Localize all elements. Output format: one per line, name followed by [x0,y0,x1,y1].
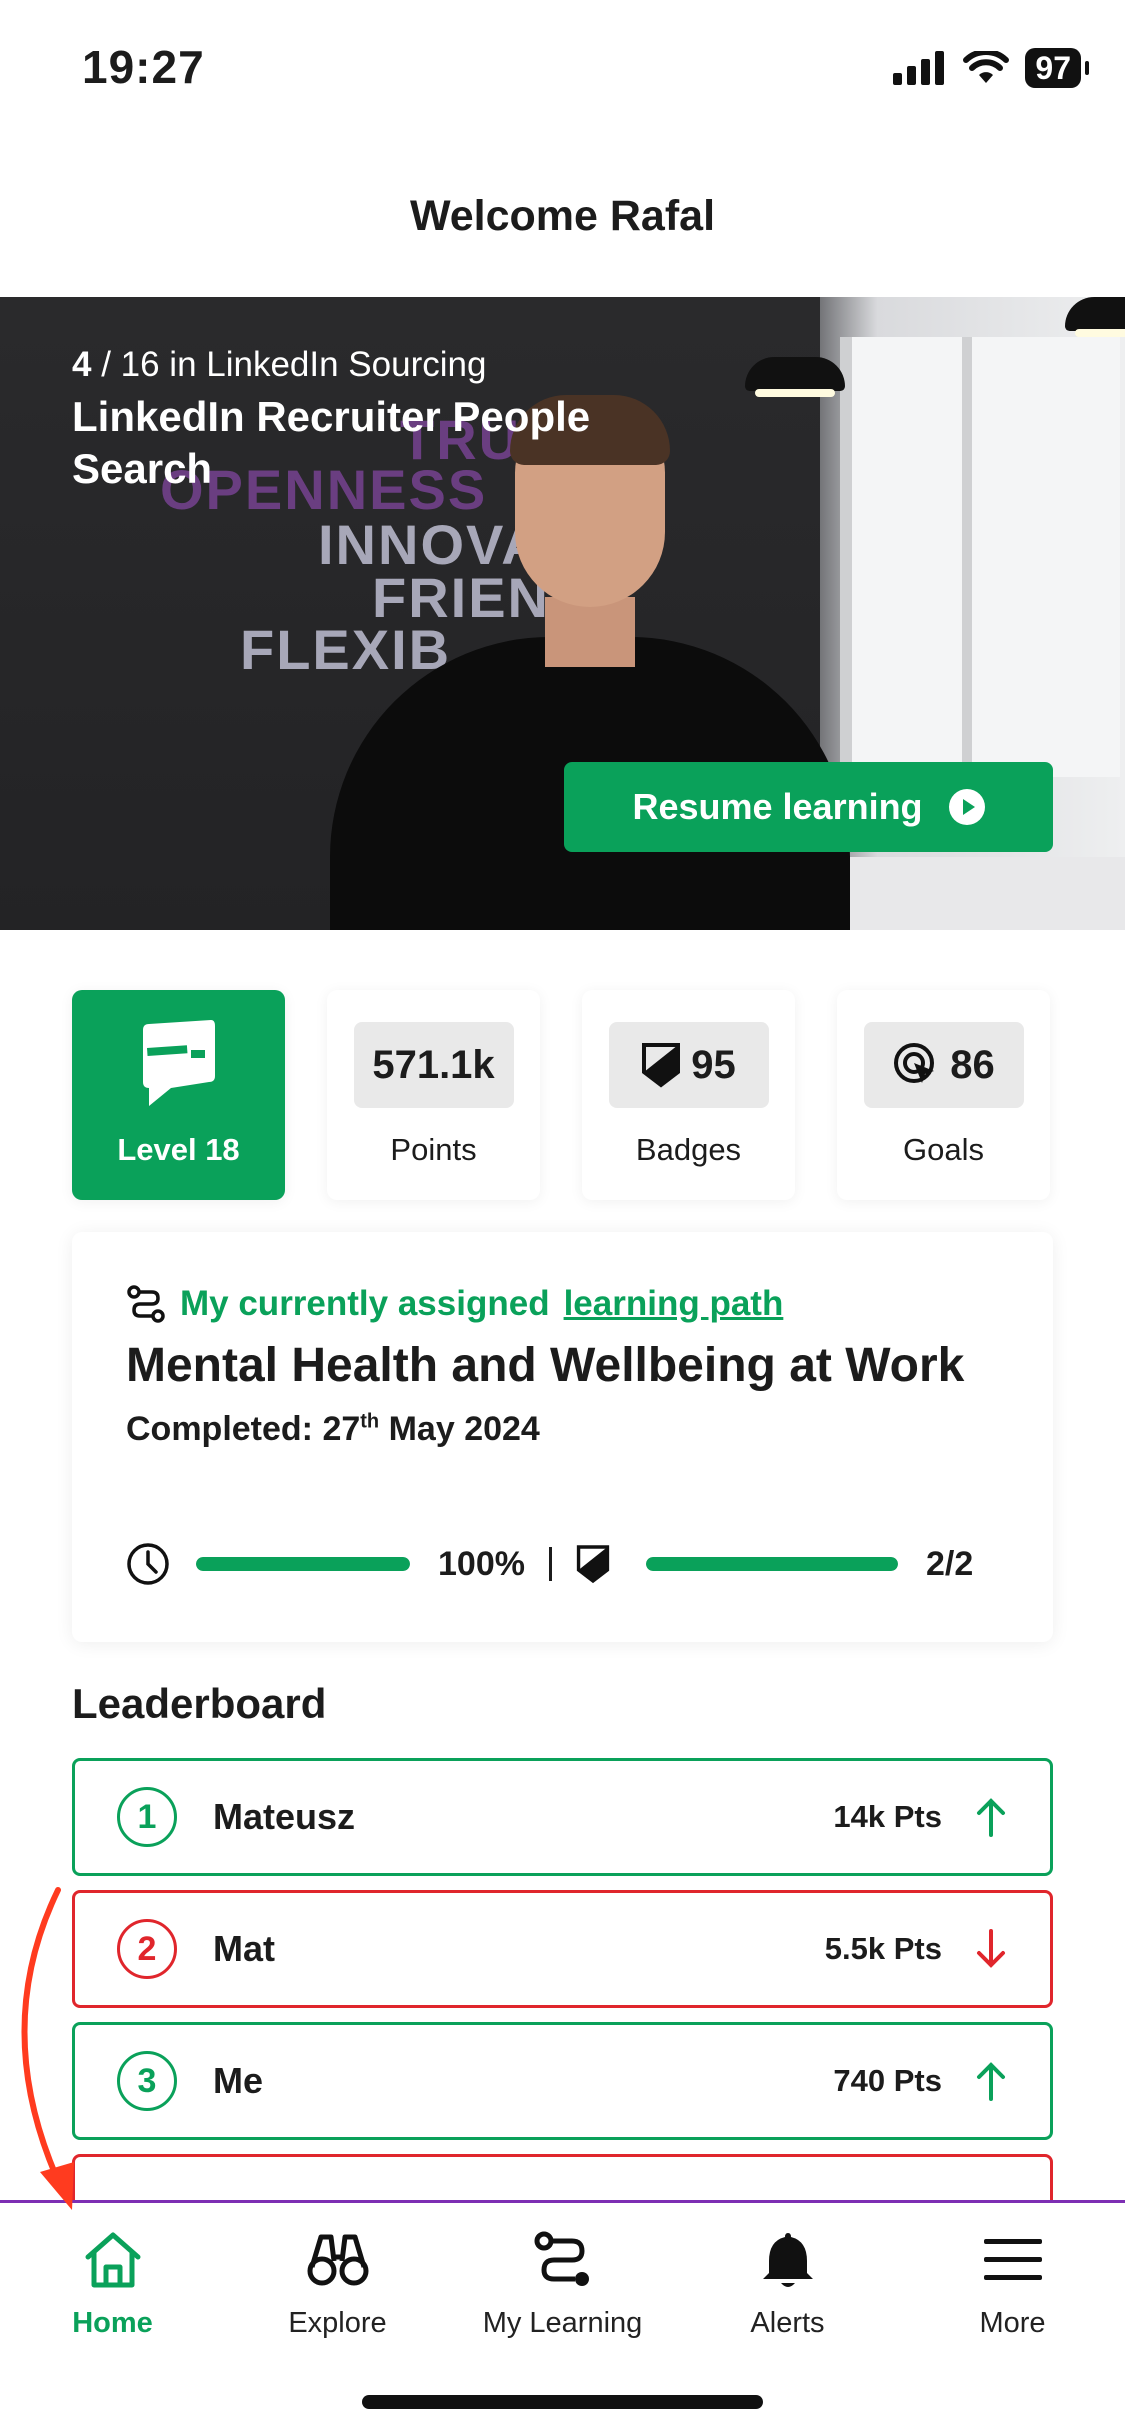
binoculars-icon [307,2234,368,2286]
learning-path-link[interactable]: learning path [564,1284,784,1324]
arrow-up-icon [977,1798,1005,1837]
hero-meta: 4 / 16 in LinkedIn Sourcing LinkedIn Rec… [72,345,592,495]
leaderboard-row[interactable]: 1 Mateusz 14k Pts [72,1758,1053,1876]
resume-learning-button[interactable]: Resume learning [564,762,1053,852]
time-progress-fill [196,1557,410,1571]
course-position: 4 / 16 in LinkedIn Sourcing [72,345,592,385]
leaderboard-row[interactable]: 2 Mat 5.5k Pts [72,1890,1053,2008]
tab-label: More [979,2307,1046,2339]
leaderboard-points: 5.5k Pts [824,1931,942,1966]
goal-target-icon [894,1043,935,1083]
level-label: Level 18 [117,1132,240,1167]
points-card[interactable]: 571.1k Points [327,990,540,1200]
course-position-number: 4 [72,345,92,384]
hero-window [840,337,1120,777]
time-progress-label: 100% [438,1544,525,1583]
progress-row: 100% 2/2 [126,1542,999,1586]
tab-label: Home [72,2307,153,2339]
stats-row: Level 18 571.1k Points 95 Badges 86 Goal… [72,990,1053,1200]
menu-icon [983,2239,1042,2280]
tab-label: Explore [288,2307,387,2339]
rank-badge: 2 [117,1919,177,1979]
goals-value: 86 [950,1042,995,1087]
level-card[interactable]: Level 18 [72,990,285,1200]
badge-icon [576,1545,610,1584]
status-bar: 19:27 97 [0,0,1125,140]
tab-explore[interactable]: Explore [225,2203,450,2340]
badge-icon [642,1043,681,1088]
badges-card[interactable]: 95 Badges [582,990,795,1200]
leaderboard-points: 740 Pts [833,2063,942,2098]
play-icon [948,789,985,825]
points-label: Points [390,1132,477,1167]
badge-progress-fill [645,1557,898,1571]
leaderboard-title: Leaderboard [72,1680,327,1727]
badges-value: 95 [691,1042,736,1087]
learning-path-card[interactable]: My currently assigned learning path Ment… [72,1232,1053,1642]
rank-badge: 3 [117,2051,177,2111]
badges-label: Badges [635,1132,742,1167]
leaderboard-name: Me [213,2060,264,2101]
tab-label: My Learning [482,2307,643,2339]
learning-path-completed-date: Completed: 27th May 2024 [126,1410,999,1449]
learning-path-heading-prefix: My currently assigned [180,1284,550,1323]
page-title: Welcome Rafal [409,192,716,240]
tab-home[interactable]: Home [0,2203,225,2340]
signal-icon [893,51,945,85]
points-value: 571.1k [372,1042,495,1087]
status-time: 19:27 [82,41,205,93]
leaderboard-row[interactable]: 3 Me 740 Pts [72,2022,1053,2140]
wifi-icon [963,51,1010,83]
tab-label: Alerts [750,2307,825,2339]
leaderboard-name: Mat [213,1928,275,1969]
clock-icon [127,1543,169,1585]
leaderboard-points: 14k Pts [833,1799,942,1834]
presenter-neck [545,597,635,667]
course-title: LinkedIn Recruiter People Search [72,393,591,492]
tab-alerts[interactable]: Alerts [675,2203,900,2340]
leaderboard-name: Mateusz [213,1796,356,1837]
badge-progress-bar [645,1557,898,1571]
level-logo-icon [142,1020,215,1106]
arrow-down-icon [977,1929,1005,1968]
goals-card[interactable]: 86 Goals [837,990,1050,1200]
badges-value-box: 95 [608,1022,769,1108]
lamp [745,357,845,397]
learning-path-icon [127,1285,165,1323]
home-indicator [362,2395,763,2409]
points-value-box: 571.1k [353,1022,514,1108]
completed-sup: th [360,1410,380,1433]
rank-badge: 1 [117,1787,177,1847]
learning-path-heading: My currently assigned learning path [126,1284,999,1324]
goals-value-box: 86 [863,1022,1024,1108]
lamp [1065,297,1125,337]
completed-prefix: Completed: 27 [126,1410,361,1448]
time-progress-bar [196,1557,410,1571]
learning-path-title: Mental Health and Wellbeing at Work [126,1339,965,1392]
completed-suffix: May 2024 [379,1410,540,1448]
arrow-up-icon [977,2062,1005,2101]
wall-word: FLEXIB [240,618,452,681]
home-icon [85,2232,140,2288]
battery-indicator: 97 [1025,48,1089,88]
path-icon [534,2231,589,2286]
course-position-rest: / 16 in LinkedIn Sourcing [91,345,487,384]
badge-progress-label: 2/2 [925,1544,974,1583]
goals-label: Goals [903,1132,984,1167]
resume-learning-label: Resume learning [632,786,923,827]
tab-more[interactable]: More [900,2203,1125,2340]
tab-my-learning[interactable]: My Learning [450,2203,675,2340]
bell-icon [762,2233,813,2287]
progress-separator [548,1547,552,1581]
status-icons: 97 [893,48,1089,88]
